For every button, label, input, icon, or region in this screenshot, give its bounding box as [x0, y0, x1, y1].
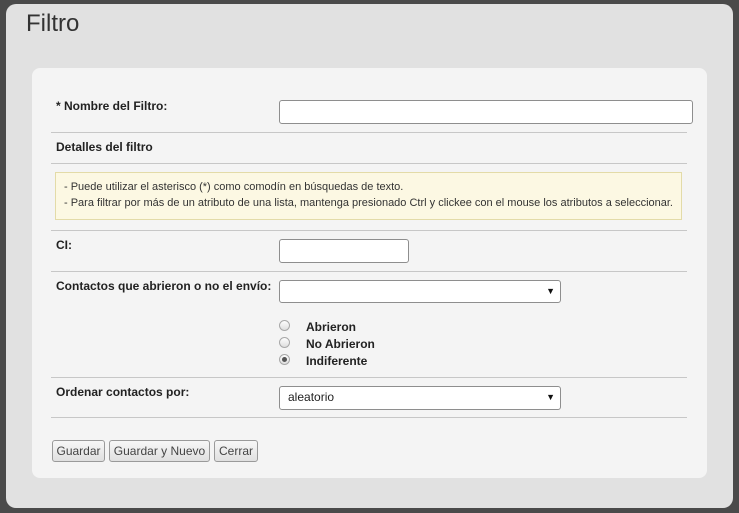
sort-select[interactable]: aleatorio ▼ — [279, 386, 561, 410]
filter-name-input[interactable] — [279, 100, 693, 124]
radio-button[interactable] — [279, 353, 290, 365]
filter-name-label: * Nombre del Filtro: — [56, 99, 168, 113]
chevron-down-icon: ▼ — [546, 392, 555, 402]
radio-label: Abrieron — [306, 320, 357, 334]
filter-window: Filtro * Nombre del Filtro: Detalles del… — [6, 4, 733, 508]
opened-select[interactable]: ▼ — [279, 280, 561, 303]
divider — [51, 271, 687, 272]
radio-button[interactable] — [279, 319, 290, 331]
radio-label: Indiferente — [306, 354, 368, 368]
help-notice: - Puede utilizar el asterisco (*) como c… — [55, 172, 682, 220]
sort-label: Ordenar contactos por: — [56, 385, 190, 399]
ci-label: CI: — [56, 238, 72, 252]
ci-input[interactable] — [279, 239, 409, 263]
page-title: Filtro — [26, 10, 80, 37]
radio-button[interactable] — [279, 336, 290, 348]
details-heading: Detalles del filtro — [56, 140, 153, 154]
radio-no-abrieron[interactable]: No Abrieron — [279, 334, 375, 351]
save-button[interactable]: Guardar — [52, 440, 105, 462]
radio-indiferente[interactable]: Indiferente — [279, 351, 368, 368]
filter-form-panel: * Nombre del Filtro: Detalles del filtro… — [32, 68, 707, 478]
divider — [51, 132, 687, 133]
sort-select-value: aleatorio — [288, 390, 335, 404]
save-and-new-button[interactable]: Guardar y Nuevo — [109, 440, 210, 462]
opened-label: Contactos que abrieron o no el envío: — [56, 279, 272, 293]
divider — [51, 377, 687, 378]
notice-line-multiselect: - Para filtrar por más de un atributo de… — [64, 197, 673, 209]
chevron-down-icon: ▼ — [546, 286, 555, 296]
divider — [51, 417, 687, 418]
close-button[interactable]: Cerrar — [214, 440, 258, 462]
notice-line-wildcard: - Puede utilizar el asterisco (*) como c… — [64, 181, 404, 193]
divider — [51, 163, 687, 164]
radio-label: No Abrieron — [306, 337, 375, 351]
divider — [51, 230, 687, 231]
radio-abrieron[interactable]: Abrieron — [279, 317, 357, 334]
